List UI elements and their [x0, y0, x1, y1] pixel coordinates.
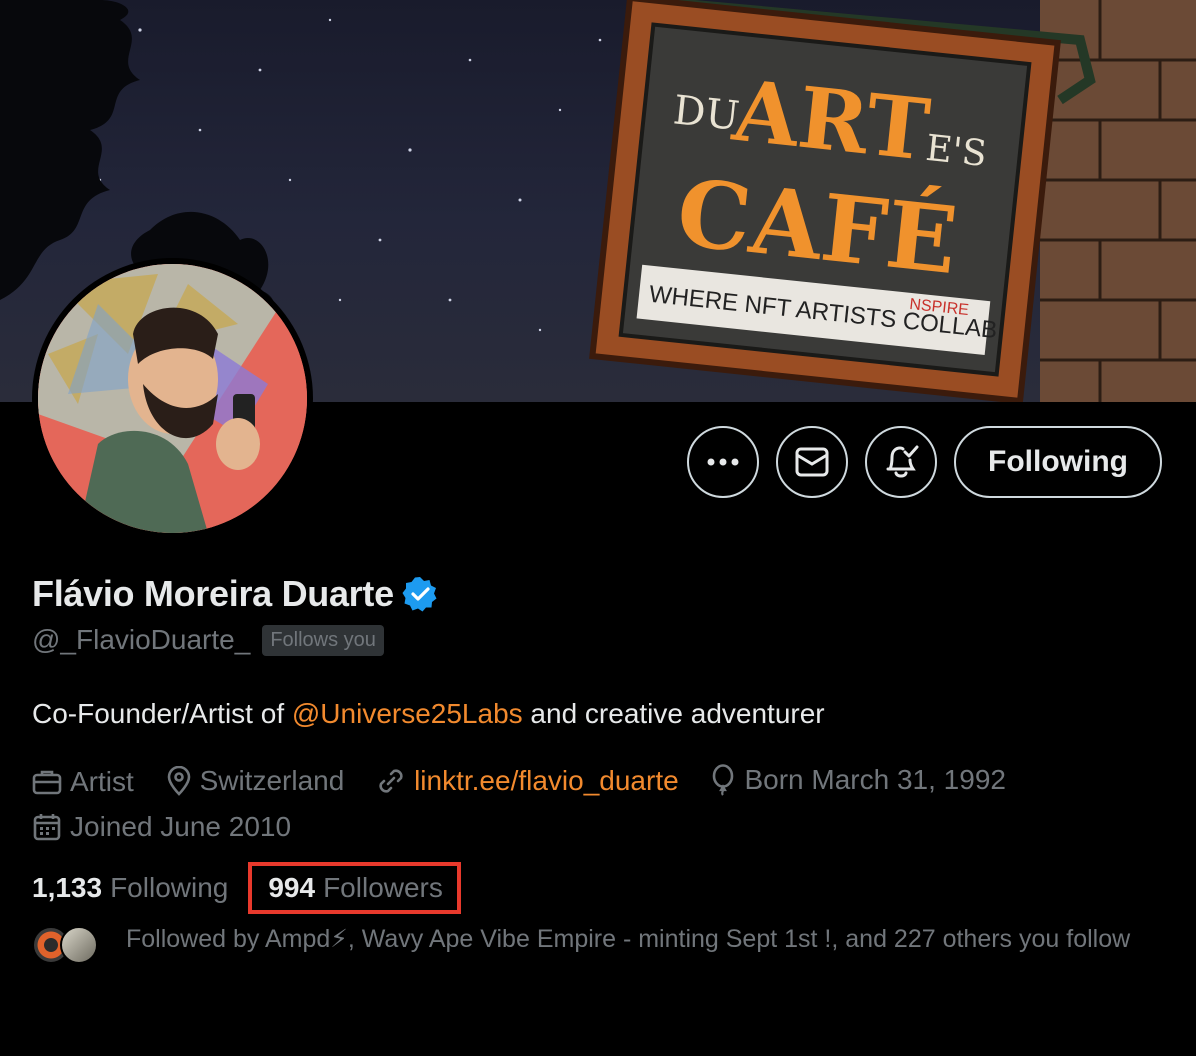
meta-profession: Artist: [32, 762, 134, 802]
more-button[interactable]: [687, 426, 760, 498]
calendar-icon: [33, 814, 61, 841]
following-button[interactable]: Following: [954, 426, 1162, 498]
meta-joined: Joined June 2010: [32, 807, 291, 847]
envelope-icon: [795, 447, 829, 477]
profile-stats: 1,133 Following 994 Followers: [32, 862, 461, 914]
followed-by-row[interactable]: Followed by Ampd⚡, Wavy Ape Vibe Empire …: [32, 924, 1162, 966]
profession-text: Artist: [70, 766, 134, 797]
profile-bio: Co-Founder/Artist of @Universe25Labs and…: [32, 698, 825, 730]
following-count: 1,133: [32, 872, 103, 903]
display-name: Flávio Moreira Duarte: [32, 573, 394, 614]
link-icon: [379, 769, 403, 793]
profile-actions: Following: [687, 426, 1162, 498]
website-link[interactable]: linktr.ee/flavio_duarte: [414, 761, 679, 801]
briefcase-icon: [32, 770, 62, 795]
bio-mention-link[interactable]: @Universe25Labs: [292, 698, 523, 729]
follows-you-badge: Follows you: [262, 624, 384, 656]
avatar-illustration: [38, 264, 307, 533]
bell-check-icon: [886, 445, 919, 478]
profile-handle-row: @_FlavioDuarte_ Follows you: [32, 624, 384, 656]
following-label: Following: [110, 872, 229, 903]
notifications-button[interactable]: [865, 426, 938, 498]
followed-by-avatars: [32, 926, 112, 966]
verified-badge-icon[interactable]: [402, 576, 438, 612]
bio-text-suffix: and creative adventurer: [522, 698, 825, 729]
meta-link[interactable]: linktr.ee/flavio_duarte: [376, 761, 679, 801]
profile-name-row: Flávio Moreira Duarte: [32, 573, 438, 615]
following-stat[interactable]: 1,133 Following: [32, 872, 228, 904]
followed-by-text: Followed by Ampd⚡, Wavy Ape Vibe Empire …: [126, 925, 1131, 953]
mutual-avatar: [60, 926, 98, 964]
more-horizontal-icon: [707, 458, 739, 466]
message-button[interactable]: [776, 426, 849, 498]
birthday-text: Born March 31, 1992: [744, 764, 1006, 795]
followers-stat[interactable]: 994 Followers: [248, 862, 461, 914]
svg-text:ART: ART: [728, 61, 934, 180]
svg-text:E'S: E'S: [924, 128, 989, 175]
followers-count: 994: [268, 872, 316, 903]
location-pin-icon: [167, 766, 190, 796]
profile-avatar[interactable]: [32, 258, 313, 539]
meta-location: Switzerland: [166, 761, 345, 801]
meta-birthday: Born March 31, 1992: [710, 760, 1006, 800]
joined-text: Joined June 2010: [70, 811, 292, 842]
location-text: Switzerland: [199, 765, 345, 796]
username-handle: @_FlavioDuarte_: [32, 624, 251, 655]
followers-label: Followers: [323, 872, 443, 903]
profile-meta: Artist Switzerland linktr.ee/flavio_duar…: [32, 760, 1152, 853]
bio-text-prefix: Co-Founder/Artist of: [32, 698, 292, 729]
balloon-icon: [713, 764, 734, 796]
